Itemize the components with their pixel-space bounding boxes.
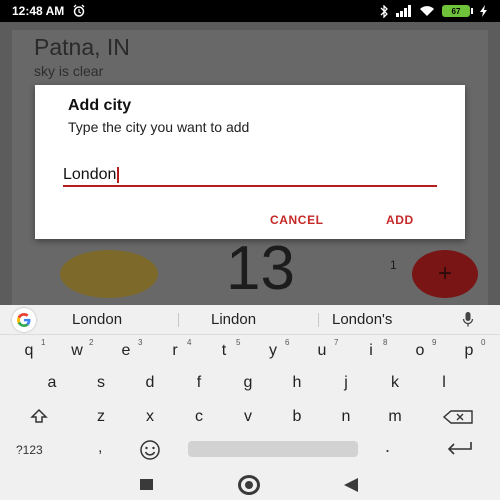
add-city-dialog: Add city Type the city you want to add L… (35, 85, 465, 239)
key-k[interactable]: k (380, 374, 410, 392)
key-n[interactable]: n (331, 408, 361, 426)
signal-icon (396, 5, 412, 17)
cancel-button[interactable]: CANCEL (270, 213, 324, 227)
key-g[interactable]: g (233, 374, 263, 392)
nav-back-icon[interactable] (140, 479, 153, 490)
space-key[interactable] (188, 441, 358, 457)
key-w[interactable]: w (62, 342, 92, 360)
key-q[interactable]: q (14, 342, 44, 360)
key-p[interactable]: p (454, 342, 484, 360)
key-s[interactable]: s (86, 374, 116, 392)
mic-icon[interactable] (462, 311, 474, 334)
bluetooth-icon (379, 4, 389, 18)
suggestion-2[interactable]: Lindon (211, 311, 256, 328)
key-b[interactable]: b (282, 408, 312, 426)
key-t[interactable]: t (209, 342, 239, 360)
dialog-title: Add city (68, 97, 132, 114)
city-input-value: London (63, 166, 117, 183)
key-c[interactable]: c (184, 408, 214, 426)
key-hint-7: 7 (334, 338, 339, 347)
status-time: 12:48 AM (12, 4, 65, 18)
backspace-icon[interactable] (442, 410, 474, 429)
suggestion-divider (178, 313, 179, 327)
key-e[interactable]: e (111, 342, 141, 360)
temperature-side: 1 (390, 258, 397, 272)
add-city-fab[interactable]: + (412, 250, 478, 298)
nav-home-icon[interactable] (238, 475, 260, 495)
google-icon[interactable] (12, 308, 36, 332)
nav-recent-icon[interactable] (343, 478, 359, 497)
comma-key[interactable]: , (98, 439, 102, 457)
keyboard: q1 w2 e3 r4 t5 y6 u7 i8 o9 p0 a s d f g h j k l z x c v b n m ?… (0, 335, 500, 470)
dialog-message: Type the city you want to add (68, 119, 250, 135)
key-hint-9: 9 (432, 338, 437, 347)
suggestion-bar: London Lindon London's (0, 305, 500, 335)
city-input[interactable]: London (63, 165, 437, 187)
key-z[interactable]: z (86, 408, 116, 426)
weather-sun-icon (60, 250, 158, 298)
shift-icon[interactable] (30, 408, 48, 429)
key-hint-5: 5 (236, 338, 241, 347)
battery-level: 67 (442, 5, 470, 17)
key-m[interactable]: m (380, 408, 410, 426)
enter-icon[interactable] (446, 441, 474, 460)
add-button[interactable]: ADD (386, 213, 414, 227)
key-hint-6: 6 (285, 338, 290, 347)
weather-condition: sky is clear (34, 63, 104, 79)
key-v[interactable]: v (233, 408, 263, 426)
emoji-icon[interactable] (137, 439, 163, 466)
suggestion-divider (318, 313, 319, 327)
key-hint-8: 8 (383, 338, 388, 347)
temperature: 13 (226, 234, 295, 303)
key-j[interactable]: j (331, 374, 361, 392)
city-title: Patna, IN (34, 34, 130, 60)
key-f[interactable]: f (184, 374, 214, 392)
key-a[interactable]: a (37, 374, 67, 392)
key-d[interactable]: d (135, 374, 165, 392)
key-i[interactable]: i (356, 342, 386, 360)
period-key[interactable]: . (385, 436, 390, 457)
key-u[interactable]: u (307, 342, 337, 360)
alarm-icon (72, 4, 86, 18)
key-y[interactable]: y (258, 342, 288, 360)
key-r[interactable]: r (160, 342, 190, 360)
key-h[interactable]: h (282, 374, 312, 392)
suggestion-3[interactable]: London's (332, 311, 392, 328)
status-bar: 12:48 AM 67 (0, 0, 500, 22)
key-hint-3: 3 (138, 338, 143, 347)
navigation-bar (0, 470, 500, 500)
symbols-key[interactable]: ?123 (16, 443, 43, 457)
wifi-icon (419, 5, 435, 17)
battery-icon: 67 (442, 5, 473, 17)
key-hint-0: 0 (481, 338, 486, 347)
suggestion-1[interactable]: London (72, 311, 122, 328)
text-cursor (117, 167, 120, 183)
charging-icon (480, 5, 488, 17)
key-o[interactable]: o (405, 342, 435, 360)
key-hint-2: 2 (89, 338, 94, 347)
key-hint-4: 4 (187, 338, 192, 347)
key-hint-1: 1 (41, 338, 46, 347)
key-x[interactable]: x (135, 408, 165, 426)
key-l[interactable]: l (429, 374, 459, 392)
